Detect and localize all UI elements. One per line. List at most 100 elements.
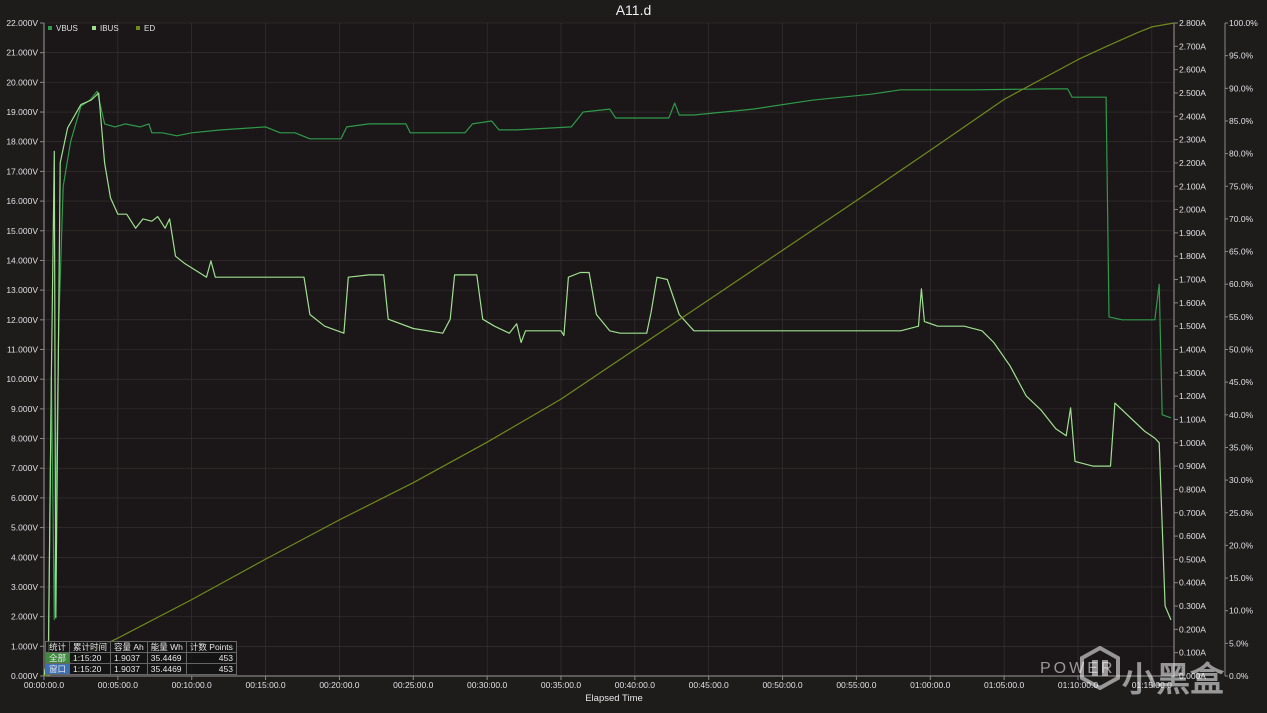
right2-tick-label: 20.0% [1229,540,1254,550]
left-axis-ticks: 0.000V1.000V2.000V3.000V4.000V5.000V6.00… [6,18,44,681]
right1-tick-label: 0.200A [1179,624,1206,634]
left-tick-label: 22.000V [6,18,38,28]
right1-tick-label: 0.500A [1179,554,1206,564]
right2-tick-label: 80.0% [1229,149,1254,159]
right2-tick-label: 60.0% [1229,279,1254,289]
legend-label: ED [144,24,155,33]
stats-table: 统计 累计时间 容量 Ah 能量 Wh 计数 Points 全部 1:15:20… [44,641,237,675]
right1-tick-label: 2.300A [1179,135,1206,145]
left-tick-label: 5.000V [11,523,38,533]
right1-tick-label: 1.900A [1179,228,1206,238]
right1-tick-label: 2.700A [1179,41,1206,51]
left-tick-label: 11.000V [7,345,38,355]
stats-cell: 1:15:20 [69,663,112,675]
right1-tick-label: 0.600A [1179,531,1206,541]
right2-tick-label: 35.0% [1229,442,1254,452]
stats-row-label[interactable]: 窗口 [44,663,71,675]
right1-tick-label: 1.300A [1179,368,1206,378]
x-tick-label: 00:15:00.0 [245,680,285,690]
x-tick-label: 00:10:00.0 [172,680,212,690]
legend-swatch [48,26,52,30]
right2-tick-label: 25.0% [1229,508,1254,518]
left-tick-label: 4.000V [11,552,38,562]
stats-cell: 453 [185,652,237,664]
right1-tick-label: 2.200A [1179,158,1206,168]
right1-tick-label: 1.400A [1179,345,1206,355]
right1-tick-label: 0.900A [1179,461,1206,471]
stats-row-label[interactable]: 全部 [44,652,71,664]
right2-tick-label: 85.0% [1229,116,1254,126]
x-tick-label: 00:35:00.0 [541,680,581,690]
x-axis-ticks: 00:00:00.0 00:05:00.0 00:10:00.0 00:15:00.0… [24,676,1172,690]
stats-cell: 35.4469 [146,663,187,675]
right2-tick-label: 65.0% [1229,247,1254,257]
left-tick-label: 16.000V [6,196,38,206]
right2-tick-label: 10.0% [1229,606,1254,616]
right1-tick-label: 2.800A [1179,18,1206,28]
left-tick-label: 17.000V [6,166,38,176]
left-tick-label: 15.000V [6,226,38,236]
left-tick-label: 13.000V [6,285,38,295]
right2-tick-label: 15.0% [1229,573,1254,583]
stats-header: 统计 [44,641,71,653]
right2-tick-label: 40.0% [1229,410,1254,420]
stats-row-all: 全部 1:15:20 1.9037 35.4469 453 [44,652,237,664]
right2-tick-label: 55.0% [1229,312,1254,322]
left-tick-label: 21.000V [6,48,38,58]
right2-tick-label: 30.0% [1229,475,1254,485]
right1-tick-label: 1.700A [1179,275,1206,285]
watermark-latin: POWER [1040,660,1116,677]
stats-row-window: 窗口 1:15:20 1.9037 35.4469 453 [44,663,237,675]
legend-label: IBUS [100,24,119,33]
right1-tick-label: 2.100A [1179,181,1206,191]
left-tick-label: 20.000V [6,77,38,87]
x-tick-label: 00:25:00.0 [393,680,433,690]
right2-tick-label: 45.0% [1229,377,1254,387]
right2-tick-label: 90.0% [1229,83,1254,93]
chart-plot: 0.000V1.000V2.000V3.000V4.000V5.000V6.00… [6,18,1258,704]
stats-cell: 1.9037 [110,663,148,675]
left-tick-label: 3.000V [11,582,38,592]
legend-label: VBUS [56,24,78,33]
left-tick-label: 9.000V [11,404,38,414]
x-tick-label: 00:50:00.0 [762,680,802,690]
watermark-cn: 小黑盒 [1122,661,1224,699]
stats-header-row: 统计 累计时间 容量 Ah 能量 Wh 计数 Points [44,641,237,653]
x-tick-label: 00:05:00.0 [98,680,138,690]
stats-cell: 1.9037 [110,652,148,664]
stats-header: 累计时间 [69,641,112,653]
right2-tick-label: 100.0% [1229,18,1258,28]
right1-tick-label: 1.200A [1179,391,1206,401]
legend-swatch [136,26,140,30]
right1-tick-label: 1.600A [1179,298,1206,308]
x-tick-label: 01:05:00.0 [984,680,1024,690]
right2-tick-label: 95.0% [1229,51,1254,61]
left-tick-label: 8.000V [11,434,38,444]
right2-tick-label: 75.0% [1229,181,1254,191]
left-tick-label: 7.000V [11,463,38,473]
right1-tick-label: 0.400A [1179,578,1206,588]
left-tick-label: 1.000V [11,641,38,651]
left-tick-label: 6.000V [11,493,38,503]
left-tick-label: 12.000V [6,315,38,325]
right1-tick-label: 1.800A [1179,251,1206,261]
right1-tick-label: 1.500A [1179,321,1206,331]
right1-tick-label: 2.500A [1179,88,1206,98]
right-axis-percent-ticks: 0.0%5.0%10.0%15.0%20.0%25.0%30.0%35.0%40… [1225,18,1258,681]
left-tick-label: 10.000V [6,374,38,384]
x-tick-label: 00:30:00.0 [467,680,507,690]
x-tick-label: 00:55:00.0 [836,680,876,690]
right1-tick-label: 0.700A [1179,508,1206,518]
stats-header: 容量 Ah [110,641,148,653]
x-axis-label: Elapsed Time [585,693,643,704]
x-tick-label: 00:00:00.0 [24,680,64,690]
x-tick-label: 01:00:00.0 [910,680,950,690]
watermark: POWER 小黑盒 [1040,640,1260,699]
stats-header: 能量 Wh [146,641,187,653]
stats-cell: 1:15:20 [69,652,112,664]
stats-cell: 35.4469 [146,652,187,664]
left-tick-label: 2.000V [11,612,38,622]
right1-tick-label: 2.000A [1179,205,1206,215]
right1-tick-label: 1.000A [1179,438,1206,448]
right-axis-current-ticks: 0.000A0.100A0.200A0.300A0.400A0.500A0.60… [1174,18,1206,681]
